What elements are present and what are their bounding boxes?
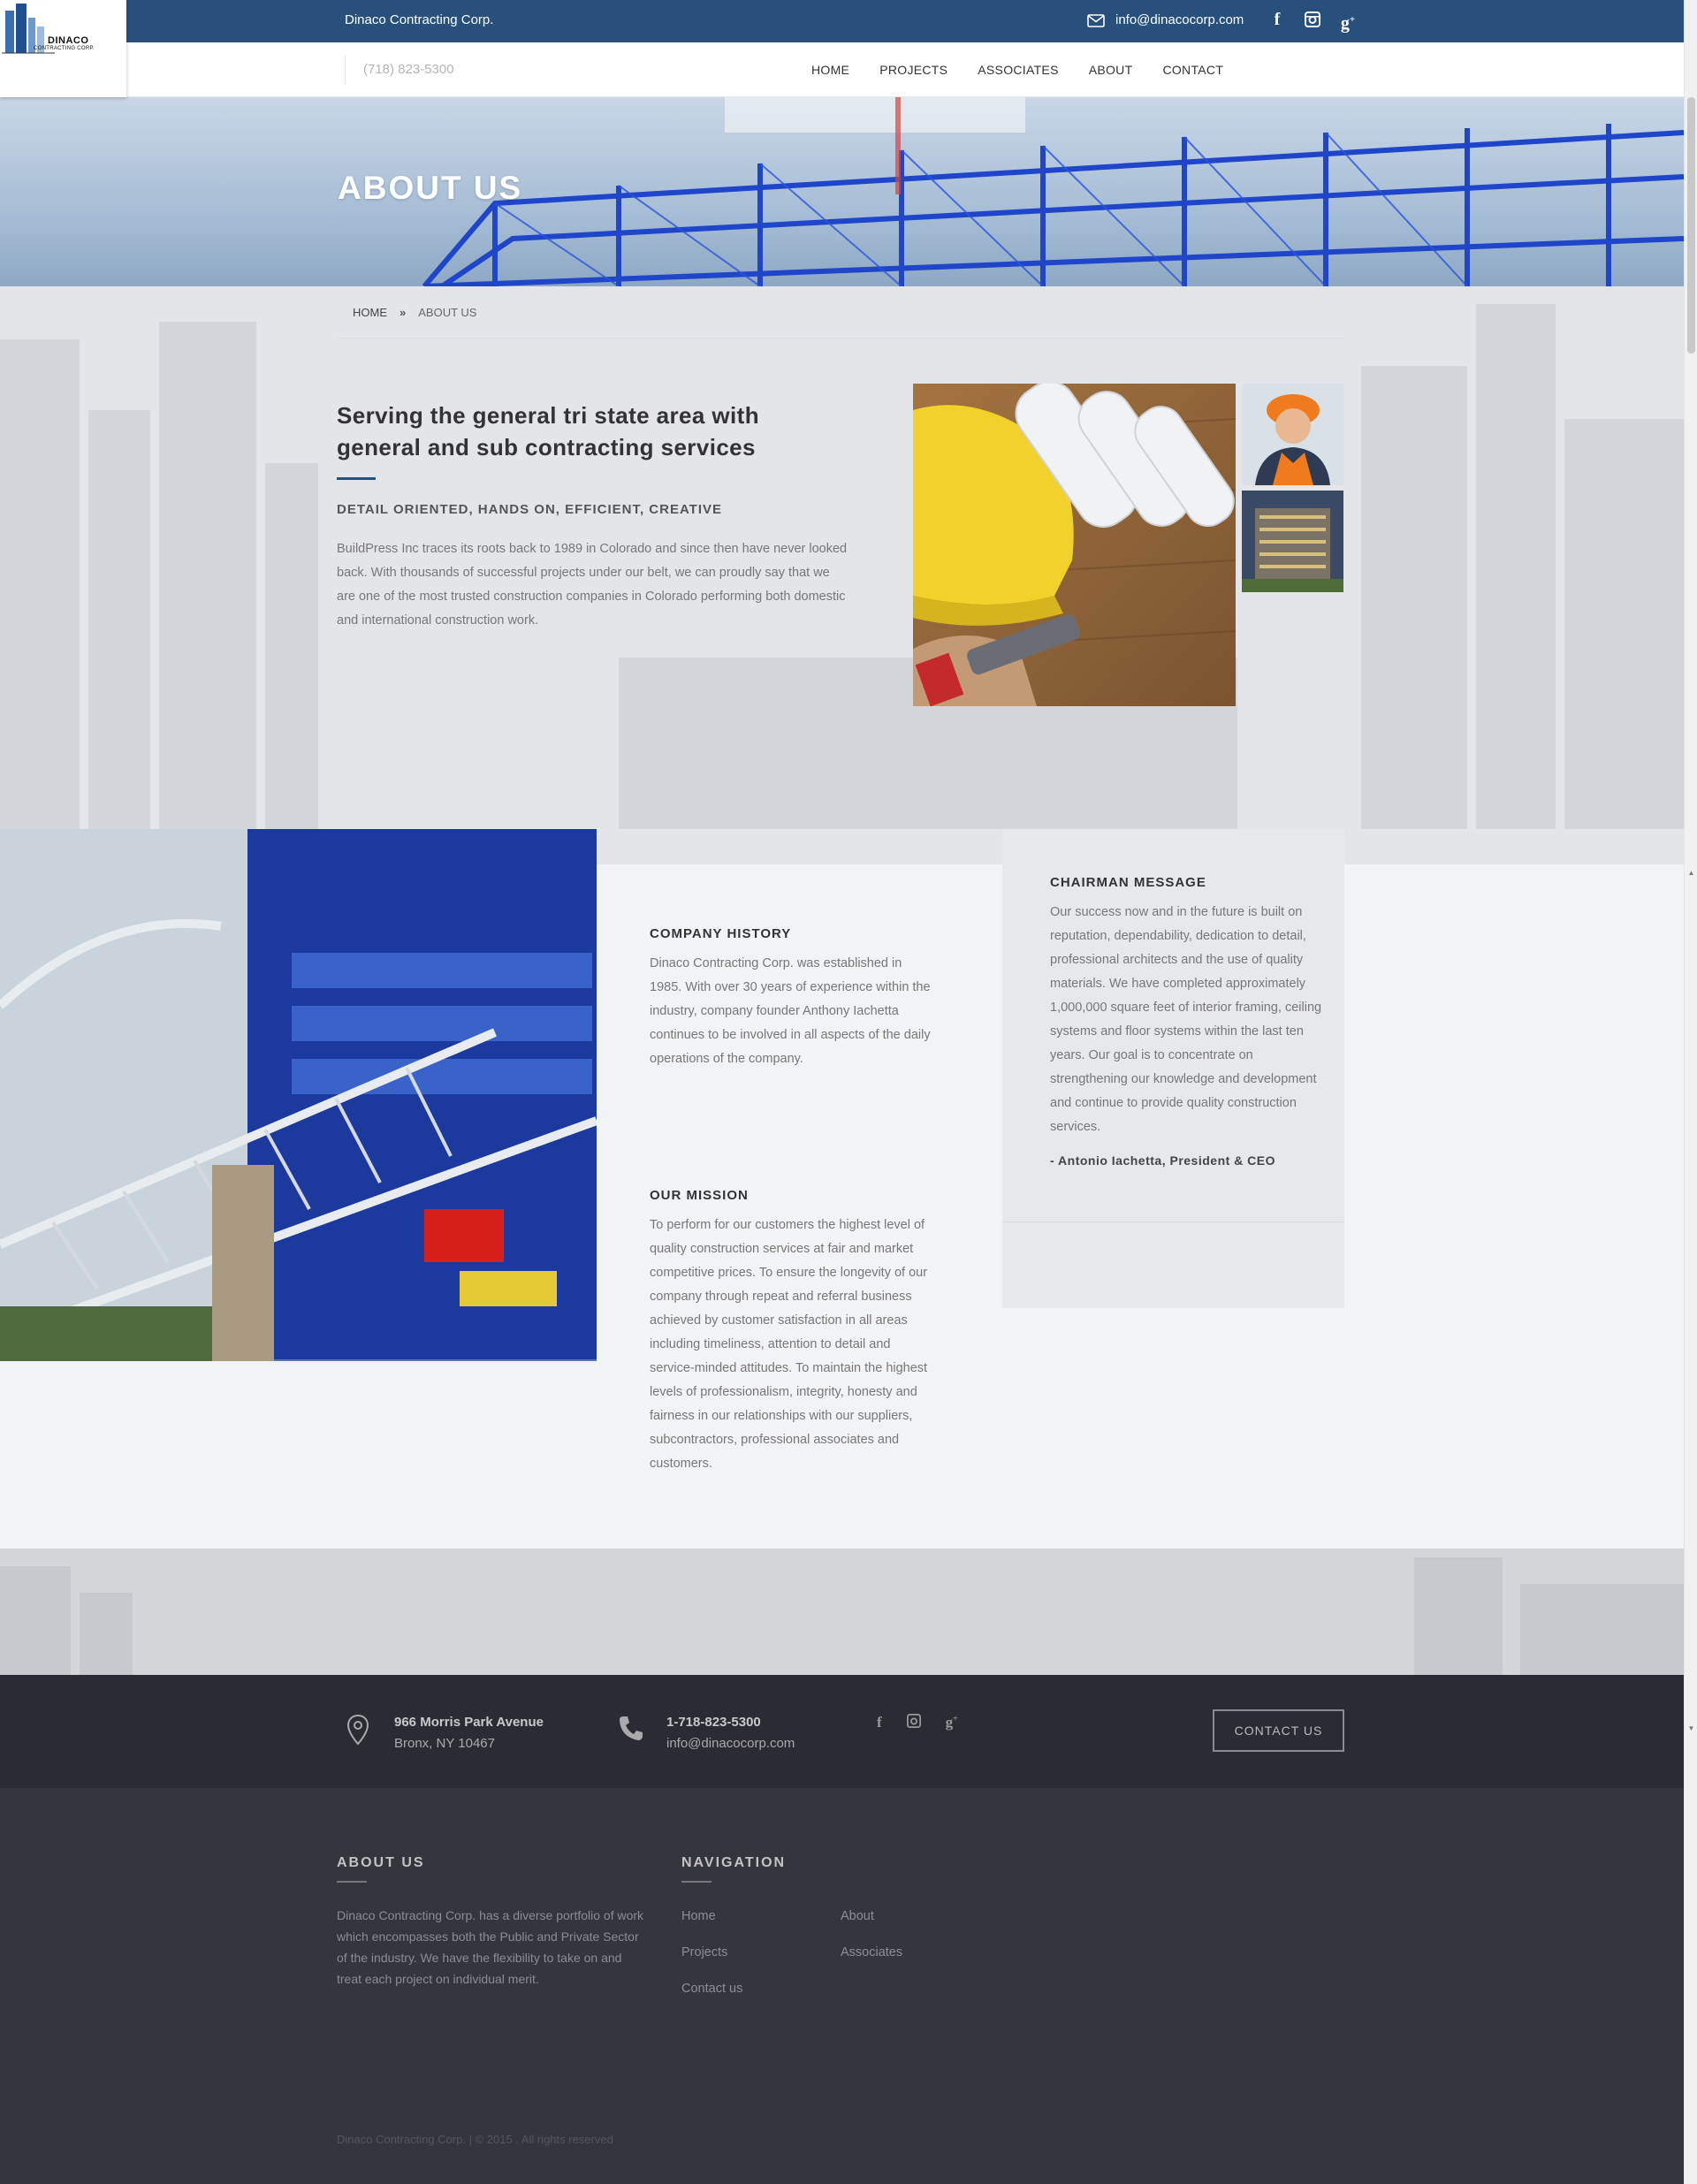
company-history-heading: COMPANY HISTORY [650, 926, 792, 941]
chairman-text: Our success now and in the future is bui… [1050, 905, 1322, 1134]
footer-nav-rule [681, 1881, 712, 1883]
mission-text: To perform for our customers the highest… [650, 1218, 928, 1471]
top-social-links: f g+ [1267, 9, 1358, 34]
main-navbar: (718) 823-5300 HOME PROJECTS ASSOCIATES … [0, 42, 1684, 97]
footer-nav-heading: NAVIGATION [681, 1855, 787, 1870]
top-email-link[interactable]: info@dinacocorp.com [1087, 0, 1244, 41]
breadcrumb: HOME » ABOUT US [353, 306, 476, 319]
footer-about-heading: ABOUT US [337, 1855, 425, 1870]
contact-email[interactable]: info@dinacocorp.com [666, 1733, 795, 1754]
page-title: ABOUT US [338, 170, 523, 206]
intro-subheading: DETAIL ORIENTED, HANDS ON, EFFICIENT, CR… [337, 502, 723, 517]
site-footer: ABOUT US Dinaco Contracting Corp. has a … [0, 1788, 1684, 2184]
scroll-up-arrow-icon[interactable]: ▲ [1685, 866, 1697, 879]
map-pin-icon [346, 1714, 369, 1746]
chairman-heading: CHAIRMAN MESSAGE [1050, 875, 1206, 890]
chairman-message-card: CHAIRMAN MESSAGE Our success now and in … [1002, 829, 1344, 1308]
scroll-down-arrow-icon[interactable]: ▼ [1685, 1722, 1697, 1735]
address-line-2: Bronx, NY 10467 [394, 1736, 495, 1751]
mission-block: OUR MISSION To perform for our customers… [650, 1188, 932, 1476]
hero-steel-structure-image [422, 97, 1684, 286]
breadcrumb-divider [337, 338, 1344, 339]
footer-link-about[interactable]: About [841, 1909, 874, 1923]
logo-subtitle: CONTRACTING CORP. [34, 46, 95, 51]
chairman-divider [1002, 1221, 1344, 1222]
nav-item-about[interactable]: ABOUT [1089, 42, 1133, 97]
phone-email-block: 1-718-823-5300 info@dinacocorp.com [620, 1712, 795, 1754]
worker-hardhat-image[interactable] [1242, 384, 1343, 485]
nav-item-projects[interactable]: PROJECTS [879, 42, 947, 97]
footer-link-home[interactable]: Home [681, 1909, 716, 1923]
contact-phone[interactable]: 1-718-823-5300 [666, 1712, 795, 1733]
address-block: 966 Morris Park Avenue Bronx, NY 10467 [346, 1712, 544, 1754]
nav-item-associates[interactable]: ASSOCIATES [978, 42, 1058, 97]
contact-info-bar: 966 Morris Park Avenue Bronx, NY 10467 1… [0, 1675, 1684, 1788]
contact-us-button[interactable]: CONTACT US [1213, 1709, 1344, 1752]
mission-heading: OUR MISSION [650, 1188, 749, 1203]
top-bar: Dinaco Contracting Corp. info@dinacocorp… [0, 0, 1684, 42]
intro-heading-rule [337, 477, 376, 480]
company-history-text: Dinaco Contracting Corp. was established… [650, 956, 931, 1066]
intro-heading: Serving the general tri state area with … [337, 402, 759, 460]
footer-link-contact[interactable]: Contact us [681, 1982, 742, 1996]
contact-social-links: f g+ [877, 1714, 958, 1732]
facebook-icon[interactable]: f [877, 1714, 882, 1732]
instagram-icon[interactable] [906, 1714, 921, 1732]
footer-link-associates[interactable]: Associates [841, 1945, 902, 1960]
logo-name: DINACO [48, 35, 89, 46]
intro-paragraph: BuildPress Inc traces its roots back to … [337, 542, 848, 628]
instagram-icon[interactable] [1303, 9, 1322, 30]
about-details-section: COMPANY HISTORY Dinaco Contracting Corp.… [0, 829, 1684, 1549]
envelope-icon [1087, 13, 1105, 27]
skyline-band [0, 1549, 1684, 1675]
steel-truss-photo [0, 829, 597, 1361]
footer-link-projects[interactable]: Projects [681, 1945, 727, 1960]
address-line-1: 966 Morris Park Avenue [394, 1715, 544, 1730]
breadcrumb-current: ABOUT US [418, 306, 477, 319]
footer-about-text: Dinaco Contracting Corp. has a diverse p… [337, 1908, 644, 1986]
google-plus-icon[interactable]: g+ [1338, 9, 1358, 34]
page-hero-banner: ABOUT US [0, 97, 1684, 286]
company-history-block: COMPANY HISTORY Dinaco Contracting Corp.… [650, 926, 932, 1071]
modern-building-image[interactable] [1242, 491, 1343, 592]
nav-item-home[interactable]: HOME [811, 42, 849, 97]
phone-icon [620, 1716, 643, 1740]
nav-phone[interactable]: (718) 823-5300 [345, 55, 454, 85]
page-scrollbar[interactable]: ▲ ▼ [1684, 0, 1697, 2184]
breadcrumb-separator: » [400, 306, 407, 319]
breadcrumb-home[interactable]: HOME [353, 306, 387, 319]
scrollbar-thumb[interactable] [1687, 97, 1695, 354]
top-email-text: info@dinacocorp.com [1115, 12, 1244, 27]
facebook-icon[interactable]: f [1267, 9, 1287, 30]
intro-section: HOME » ABOUT US Serving the general tri … [0, 286, 1684, 829]
footer-about-rule [337, 1881, 367, 1883]
google-plus-icon[interactable]: g+ [946, 1714, 958, 1732]
main-menu: HOME PROJECTS ASSOCIATES ABOUT CONTACT [811, 42, 1223, 97]
hardhat-tools-image[interactable] [913, 384, 1236, 706]
nav-item-contact[interactable]: CONTACT [1162, 42, 1223, 97]
footer-copyright: Dinaco Contracting Corp. | © 2015 . All … [337, 2133, 613, 2146]
chairman-signature: - Antonio Iachetta, President & CEO [1050, 1153, 1276, 1168]
company-name: Dinaco Contracting Corp. [345, 12, 494, 27]
site-logo[interactable]: DINACO CONTRACTING CORP. [0, 0, 126, 97]
